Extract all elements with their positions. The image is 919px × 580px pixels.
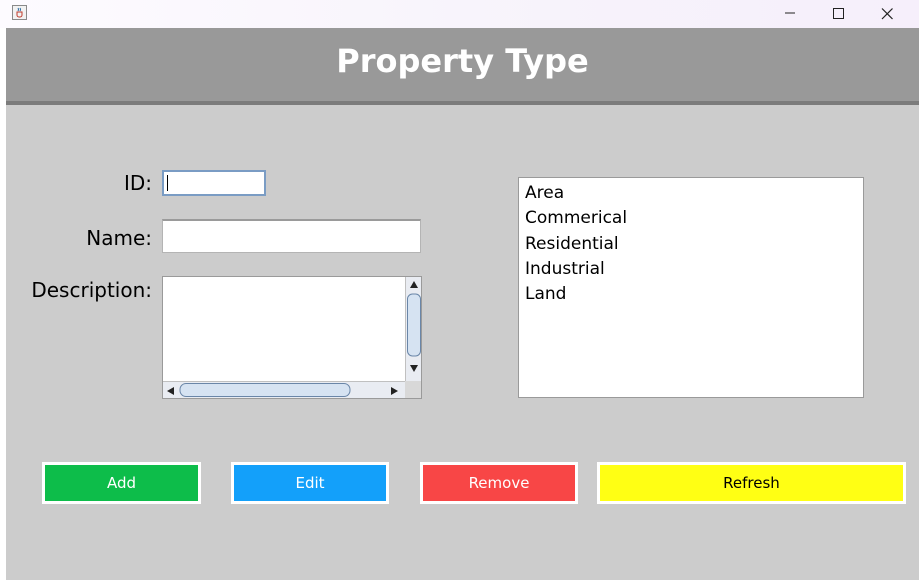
page-title: Property Type [336, 42, 589, 80]
scroll-right-icon[interactable] [391, 387, 398, 395]
name-field[interactable] [162, 219, 421, 253]
form-panel: ID: Name: Description: Area Commerical R… [6, 105, 919, 580]
edit-button[interactable]: Edit [234, 465, 386, 501]
header-banner: Property Type [6, 28, 919, 105]
maximize-button[interactable] [815, 0, 861, 28]
minimize-icon [785, 12, 795, 14]
list-item[interactable]: Land [525, 282, 863, 307]
vertical-scrollbar[interactable] [405, 277, 421, 381]
add-button-frame: Add [42, 462, 201, 504]
list-item[interactable]: Area [525, 181, 863, 206]
minimize-button[interactable] [767, 0, 813, 28]
scroll-corner [405, 381, 421, 398]
refresh-button-frame: Refresh [597, 462, 906, 504]
close-button[interactable] [864, 0, 910, 28]
edit-button-frame: Edit [231, 462, 389, 504]
description-label: Description: [31, 278, 152, 302]
id-field[interactable] [162, 170, 266, 196]
refresh-button[interactable]: Refresh [600, 465, 903, 501]
close-icon [881, 8, 893, 20]
property-type-list[interactable]: Area Commerical Residential Industrial L… [518, 177, 864, 398]
window-titlebar[interactable] [0, 0, 919, 28]
list-item[interactable]: Commerical [525, 206, 863, 231]
horizontal-scrollbar[interactable] [163, 381, 405, 398]
remove-button-frame: Remove [420, 462, 578, 504]
id-label: ID: [123, 171, 152, 195]
list-item[interactable]: Industrial [525, 257, 863, 282]
name-label: Name: [86, 226, 152, 250]
scroll-up-icon[interactable] [410, 281, 418, 288]
scroll-left-icon[interactable] [167, 387, 174, 395]
scroll-down-icon[interactable] [410, 365, 418, 372]
text-caret [167, 175, 168, 191]
maximize-icon [833, 8, 844, 19]
add-button[interactable]: Add [45, 465, 198, 501]
list-item[interactable]: Residential [525, 232, 863, 257]
description-textarea[interactable] [162, 276, 422, 399]
java-app-icon[interactable] [12, 5, 27, 20]
remove-button[interactable]: Remove [423, 465, 575, 501]
